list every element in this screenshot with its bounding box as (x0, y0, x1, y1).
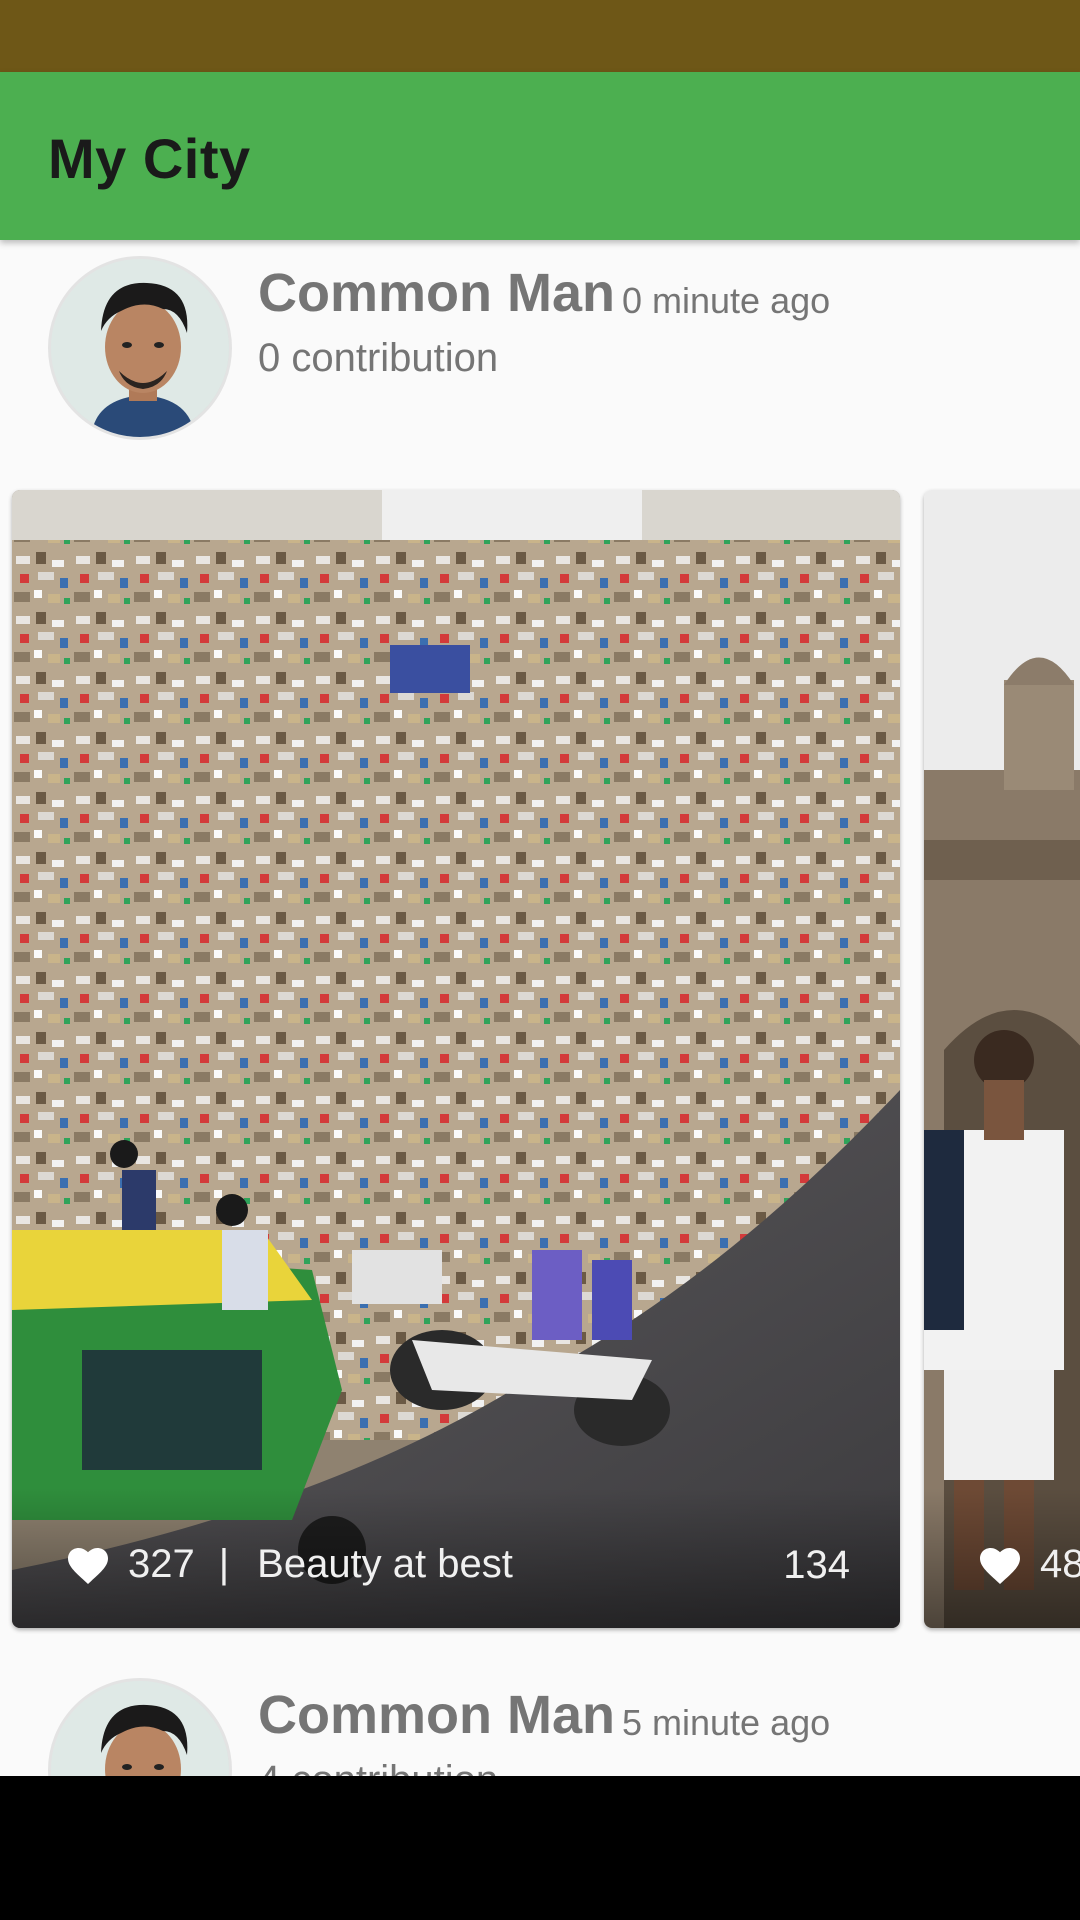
monument-photo (924, 490, 1080, 1628)
status-bar (0, 0, 1080, 72)
like-count: 48 (1040, 1541, 1080, 1586)
avatar[interactable] (48, 256, 232, 440)
post-contribution: 0 contribution (258, 336, 499, 380)
like-count: 327 (128, 1541, 195, 1586)
post-time: 5 minute ago (622, 1702, 831, 1743)
feed[interactable]: Common Man 0 minute ago 0 contribution 3… (0, 240, 1080, 1776)
heart-icon[interactable] (64, 1542, 112, 1586)
likes-row: 327 | Beauty at best (64, 1536, 513, 1592)
post-username[interactable]: Common Man (258, 262, 615, 324)
app-title: My City (48, 127, 251, 190)
caption-separator: | (218, 1541, 230, 1586)
post-contribution: 4 contribution (258, 1758, 498, 1776)
garbage-photo (12, 490, 900, 1628)
navigation-bar (0, 1776, 1080, 1920)
post-time: 0 minute ago (622, 280, 831, 321)
heart-icon[interactable] (976, 1542, 1024, 1586)
post-header: Common Man 5 minute ago 4 contribution (0, 1662, 1080, 1776)
app-bar: My City (0, 72, 1080, 240)
photo-card[interactable]: 48 (924, 490, 1080, 1628)
post-header: Common Man 0 minute ago 0 contribution (0, 240, 1080, 440)
avatar[interactable] (48, 1678, 232, 1776)
card-caption: Beauty at best (257, 1541, 513, 1586)
likes-row: 48 (976, 1536, 1080, 1592)
post-username[interactable]: Common Man (258, 1684, 615, 1746)
photo-card[interactable]: 327 | Beauty at best 134 (12, 490, 900, 1628)
view-count: 134 (783, 1543, 850, 1587)
